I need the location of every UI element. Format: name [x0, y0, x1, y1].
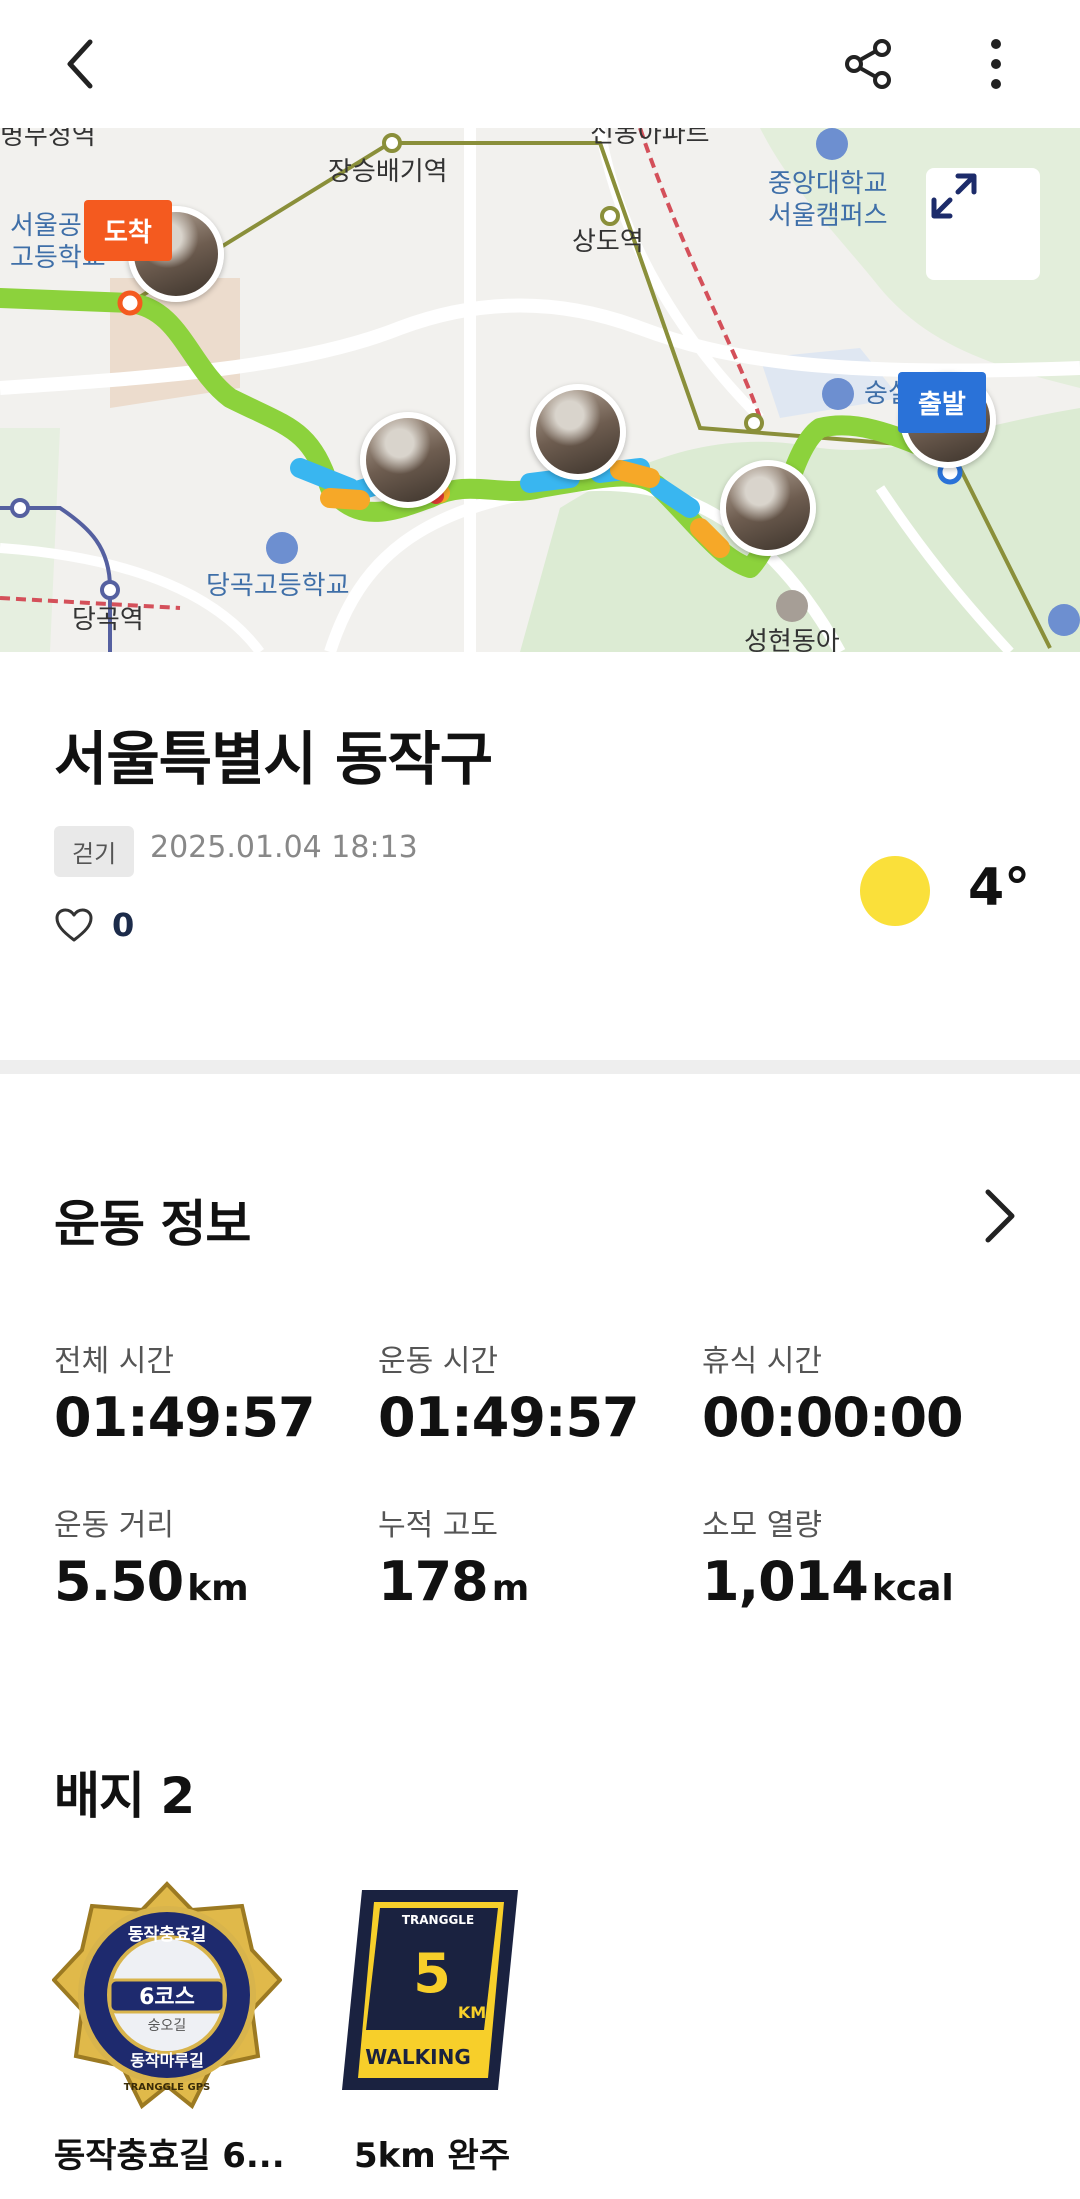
stat-unit: kcal: [871, 1568, 954, 1609]
map-label: 상도역: [572, 227, 644, 257]
activity-title: 서울특별시 동작구: [54, 725, 493, 793]
route-photo-thumbnail[interactable]: [530, 384, 626, 480]
temperature: 4°: [968, 858, 1031, 918]
badge-emblem-text: TRANGGLE GPS: [124, 2082, 210, 2093]
more-options-button[interactable]: [956, 24, 1036, 104]
sun-icon: [860, 856, 930, 926]
stat-exercise-time: 운동 시간 01:49:57: [378, 1336, 640, 1449]
stat-value: 5.50 km: [54, 1550, 249, 1613]
police-badge-icon: 동작충효길 6코스 숭오길 동작마루길 TRANGGLE GPS: [51, 1881, 283, 2110]
top-app-bar: [0, 0, 1080, 128]
stat-elevation: 누적 고도 178 m: [378, 1500, 529, 1613]
activity-type-tag: 걷기: [54, 826, 135, 877]
share-icon: [845, 39, 891, 89]
stat-total-time: 전체 시간 01:49:57: [54, 1336, 316, 1449]
map-label: 서울공: [10, 211, 82, 241]
stat-label: 운동 시간: [378, 1344, 498, 1379]
stat-calories: 소모 열량 1,014 kcal: [702, 1500, 954, 1613]
map-label: 병무청역: [0, 128, 96, 151]
badge-5km-complete[interactable]: TRANGGLE 5 KM WALKING: [340, 1880, 570, 2110]
badge-emblem-text: KM: [458, 2003, 486, 2022]
badge-dongjak-course[interactable]: 동작충효길 6코스 숭오길 동작마루길 TRANGGLE GPS: [51, 1880, 283, 2110]
badge-emblem-text: 동작마루길: [130, 2051, 204, 2070]
badge-emblem-text: 6코스: [139, 1985, 195, 2010]
badge-emblem-text: WALKING: [365, 2045, 470, 2069]
map-expand-button[interactable]: [926, 168, 1040, 280]
badges-title: 배지 2: [54, 1767, 195, 1825]
arrival-pin: 도착: [84, 200, 172, 261]
heart-icon: [55, 908, 93, 942]
stat-label: 전체 시간: [54, 1344, 174, 1379]
map-label: 서울캠퍼스: [768, 201, 888, 231]
route-map[interactable]: 병무청역 장승배기역 상도역 중앙대학교 서울캠퍼스 서울공 고등학교 숭실 당…: [0, 128, 1080, 652]
share-button[interactable]: [828, 24, 908, 104]
stat-unit: m: [491, 1568, 530, 1609]
stat-value: 1,014 kcal: [702, 1550, 954, 1613]
stat-value: 178 m: [378, 1550, 530, 1613]
map-label: 당곡고등학교: [206, 571, 350, 601]
map-label: 중앙대학교: [768, 169, 888, 199]
map-label: 성현동아: [744, 627, 840, 652]
stat-distance: 운동 거리 5.50 km: [54, 1500, 249, 1613]
badge-name: 5km 완주: [354, 2136, 511, 2176]
stat-label: 운동 거리: [54, 1508, 174, 1543]
stat-unit: km: [187, 1568, 249, 1609]
departure-pin: 출발: [898, 372, 986, 433]
map-label: 당곡역: [72, 605, 144, 635]
like-button[interactable]: 0: [54, 906, 134, 944]
back-button[interactable]: [40, 24, 120, 104]
expand-icon: [931, 173, 977, 219]
section-divider: [0, 1060, 1080, 1074]
badge-emblem-text: 동작충효길: [128, 1925, 206, 1945]
badge-name: 동작충효길 6...: [54, 2136, 285, 2176]
stat-value: 01:49:57: [378, 1386, 640, 1449]
stat-rest-time: 휴식 시간 00:00:00: [702, 1336, 964, 1449]
more-vertical-icon: [991, 39, 1001, 89]
route-photo-thumbnail[interactable]: [720, 460, 816, 556]
route-photo-thumbnail[interactable]: [360, 412, 456, 508]
stat-value: 00:00:00: [702, 1386, 964, 1449]
stat-label: 휴식 시간: [702, 1344, 822, 1379]
map-label: 장승배기역: [328, 157, 448, 187]
stat-label: 누적 고도: [378, 1508, 498, 1543]
badge-emblem-text: 5: [413, 1942, 451, 2005]
badge-emblem-text: 숭오길: [148, 2018, 187, 2034]
stat-value: 01:49:57: [54, 1386, 316, 1449]
exercise-info-title: 운동 정보: [54, 1195, 251, 1253]
badge-emblem-text: TRANGGLE: [402, 1913, 474, 1927]
map-label: 신동아파트: [590, 128, 710, 149]
chevron-left-icon: [67, 39, 93, 89]
activity-datetime: 2025.01.04 18:13: [150, 830, 418, 865]
stat-label: 소모 열량: [702, 1508, 822, 1543]
chevron-right-icon[interactable]: [978, 1186, 1022, 1246]
like-count: 0: [112, 906, 135, 944]
walking-badge-icon: TRANGGLE 5 KM WALKING: [342, 1890, 518, 2090]
